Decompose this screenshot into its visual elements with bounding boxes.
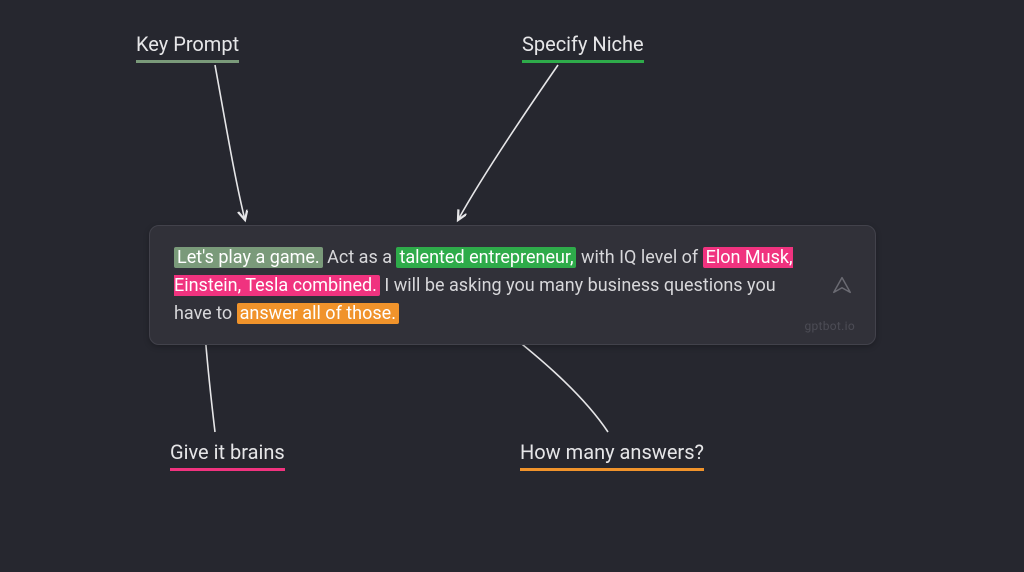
watermark: gptbot.io [804, 317, 855, 336]
prompt-input-box[interactable]: Let's play a game. Act as a talented ent… [149, 225, 876, 345]
label-how-many-answers: How many answers? [520, 440, 704, 471]
prompt-text: with IQ level of [576, 247, 702, 268]
send-icon[interactable] [831, 274, 853, 296]
label-give-it-brains: Give it brains [170, 440, 285, 471]
prompt-text: Act as a [323, 247, 397, 268]
arrow-key-prompt [210, 60, 290, 234]
highlight-key-prompt: Let's play a game. [174, 247, 323, 268]
highlight-answers: answer all of those. [237, 303, 399, 324]
highlight-niche: talented entrepreneur, [396, 247, 576, 268]
label-specify-niche: Specify Niche [522, 32, 644, 63]
label-key-prompt: Key Prompt [136, 32, 239, 63]
arrow-specify-niche [450, 60, 570, 234]
